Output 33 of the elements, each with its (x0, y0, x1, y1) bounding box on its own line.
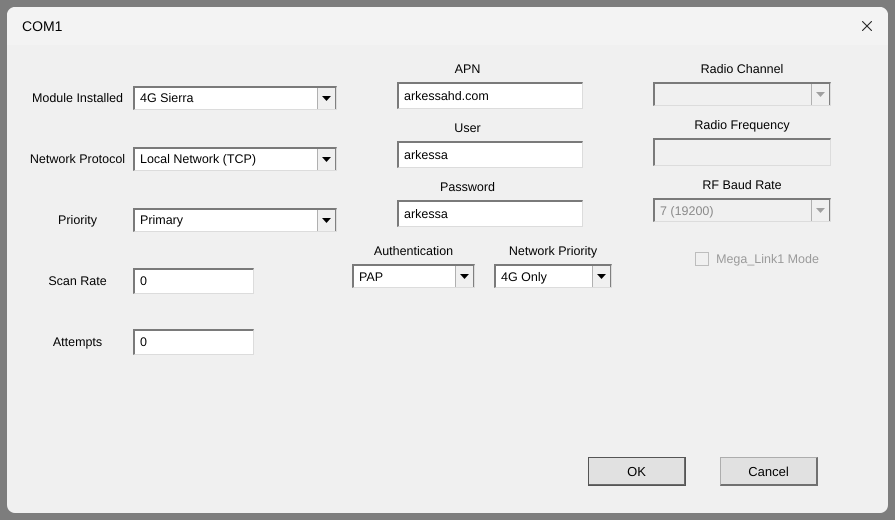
field-label: Module Installed (30, 90, 124, 104)
caret-icon (816, 208, 825, 213)
caret-icon (322, 218, 331, 222)
field-label: Authentication (374, 244, 454, 258)
caret-icon (816, 92, 825, 97)
field-label: User (454, 121, 481, 135)
field-label: Radio Frequency (694, 118, 790, 132)
input-field[interactable]: arkessahd.com (397, 82, 583, 109)
field-label: APN (454, 62, 480, 76)
dialog-button[interactable]: OK (588, 457, 686, 486)
caret-icon (597, 274, 606, 279)
dialog-button[interactable]: Cancel (720, 457, 818, 486)
input-field[interactable]: arkessa (397, 200, 583, 227)
dropdown[interactable]: Primary (133, 208, 337, 232)
caret-icon (322, 156, 331, 162)
dropdown[interactable]: Local Network (TCP) (133, 146, 337, 170)
field-label: RF Baud Rate (702, 178, 782, 192)
dropdown[interactable]: 4G Only (494, 264, 612, 288)
caret-icon (322, 96, 331, 100)
field-label: Radio Channel (700, 62, 784, 76)
input-field[interactable]: 0 (133, 328, 254, 354)
caret-icon (460, 274, 469, 279)
input-field[interactable]: 0 (133, 268, 254, 294)
field-label: Password (440, 180, 495, 194)
field-label: Priority (57, 212, 98, 226)
dropdown[interactable]: PAP (352, 264, 475, 288)
field-label: Network Protocol (28, 152, 126, 166)
dropdown[interactable]: 4G Sierra (133, 86, 337, 110)
field-label: Network Priority (508, 244, 598, 258)
field-label: Scan Rate (47, 274, 108, 288)
field-label: Attempts (52, 334, 104, 348)
input-field[interactable]: arkessa (397, 141, 583, 168)
window-title: COM1 (22, 18, 62, 34)
